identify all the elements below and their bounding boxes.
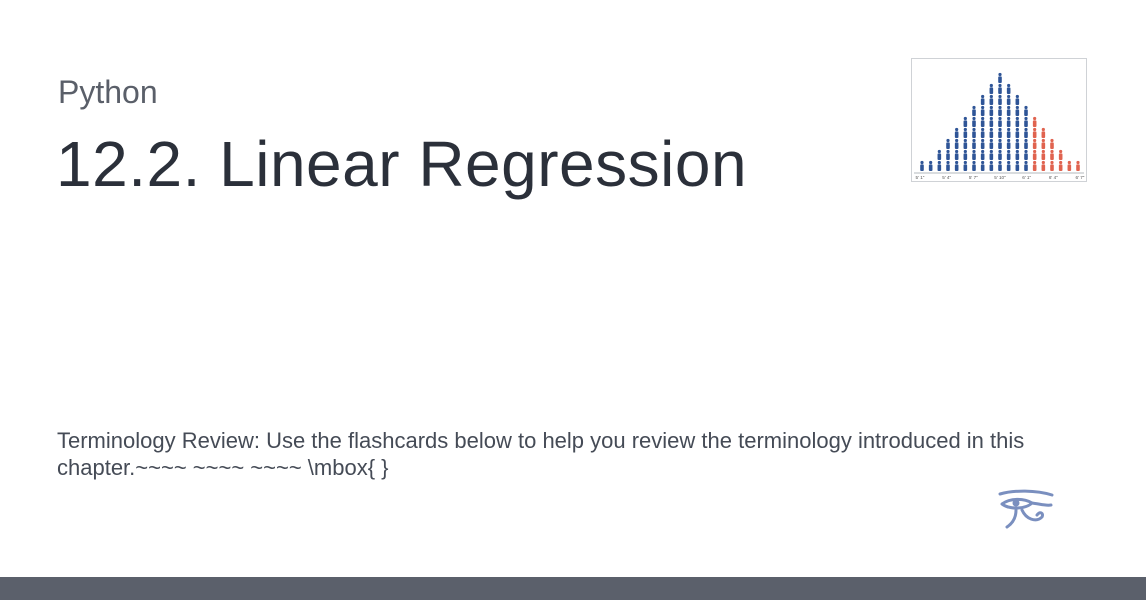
person-figure: [1015, 127, 1020, 138]
person-figure: [1024, 116, 1028, 127]
thumbnail-tick-label: 5' 10": [994, 175, 1006, 180]
person-figure: [1032, 160, 1037, 171]
person-figure: [1015, 94, 1020, 105]
person-figure: [972, 138, 976, 149]
person-figure: [946, 160, 950, 171]
person-figure: [1050, 160, 1054, 171]
person-figure: [980, 149, 985, 160]
person-figure: [1006, 138, 1011, 149]
person-figure: [937, 149, 942, 160]
thumbnail-image: 5' 1" 5' 4" 5' 7" 5' 10" 6' 1" 6' 4" 6' 7": [911, 58, 1087, 182]
person-figure: [1050, 138, 1054, 149]
thumbnail-tick-label: 5' 7": [969, 175, 978, 180]
site-name: Python: [58, 74, 158, 110]
thumbnail-tick-label: 6' 7": [1076, 175, 1085, 180]
person-figure: [989, 149, 994, 160]
person-figure: [954, 160, 959, 171]
person-figure: [989, 116, 994, 127]
person-figure: [972, 116, 976, 127]
person-figure: [1006, 94, 1011, 105]
person-figure: [980, 105, 985, 116]
person-figure: [989, 94, 994, 105]
person-figure: [989, 83, 994, 94]
person-figure: [1041, 160, 1046, 171]
person-figure: [998, 127, 1002, 138]
person-figure: [998, 149, 1002, 160]
person-figure: [1024, 160, 1028, 171]
person-figure: [954, 138, 959, 149]
person-figure: [980, 160, 985, 171]
person-figure: [1041, 138, 1046, 149]
person-figure: [1015, 116, 1020, 127]
person-figure: [1058, 149, 1063, 160]
person-figure: [937, 160, 942, 171]
person-figure: [972, 149, 976, 160]
person-figure: [1024, 138, 1028, 149]
thumbnail-tick-label: 6' 1": [1022, 175, 1031, 180]
thumbnail-tick-label: 5' 1": [916, 175, 925, 180]
person-figure: [963, 149, 968, 160]
thumbnail-tick-label: 5' 4": [942, 175, 951, 180]
person-figure: [1015, 138, 1020, 149]
person-figure: [1015, 149, 1020, 160]
person-figure: [954, 127, 959, 138]
person-figure: [980, 127, 985, 138]
person-figure: [1032, 116, 1037, 127]
person-figure: [928, 160, 933, 171]
person-figure: [1041, 127, 1046, 138]
person-figure: [954, 149, 959, 160]
person-figure: [980, 138, 985, 149]
person-figure: [963, 138, 968, 149]
person-figure: [972, 105, 976, 116]
person-figure: [989, 127, 994, 138]
person-figure: [1058, 160, 1063, 171]
person-figure: [989, 138, 994, 149]
height-distribution-figure: 5' 1" 5' 4" 5' 7" 5' 10" 6' 1" 6' 4" 6' 7": [914, 72, 1085, 180]
person-figure: [998, 72, 1002, 83]
person-figure: [998, 138, 1002, 149]
eye-of-horus-icon: [996, 487, 1056, 533]
person-figure: [1024, 105, 1028, 116]
person-figure: [1032, 149, 1037, 160]
person-figure: [1076, 160, 1080, 171]
person-figure: [980, 116, 985, 127]
person-figure: [980, 94, 985, 105]
person-figure: [1024, 149, 1028, 160]
person-figure: [1032, 138, 1037, 149]
person-figure: [998, 160, 1002, 171]
person-figure: [1032, 127, 1037, 138]
person-figure: [946, 138, 950, 149]
person-figure: [972, 160, 976, 171]
person-figure: [989, 160, 994, 171]
person-figure: [946, 149, 950, 160]
person-figure: [1067, 160, 1072, 171]
person-figure: [1006, 160, 1011, 171]
footer-bar: [0, 577, 1146, 600]
person-figure: [1006, 149, 1011, 160]
person-figure: [1006, 116, 1011, 127]
person-figure: [920, 160, 924, 171]
person-figure: [963, 160, 968, 171]
page-title: 12.2. Linear Regression: [56, 128, 748, 200]
person-figure: [998, 94, 1002, 105]
person-figure: [1015, 160, 1020, 171]
person-figure: [998, 116, 1002, 127]
person-figure: [1015, 105, 1020, 116]
person-figure: [1006, 127, 1011, 138]
person-figure: [1006, 105, 1011, 116]
person-figure: [1041, 149, 1046, 160]
person-figure: [1024, 127, 1028, 138]
person-figure: [998, 105, 1002, 116]
person-figure: [989, 105, 994, 116]
person-figure: [1050, 149, 1054, 160]
person-figure: [963, 127, 968, 138]
person-figure: [998, 83, 1002, 94]
page-description: Terminology Review: Use the flashcards b…: [57, 428, 1025, 480]
person-figure: [972, 127, 976, 138]
thumbnail-tick-label: 6' 4": [1049, 175, 1058, 180]
person-figure: [1006, 83, 1011, 94]
person-figure: [963, 116, 968, 127]
